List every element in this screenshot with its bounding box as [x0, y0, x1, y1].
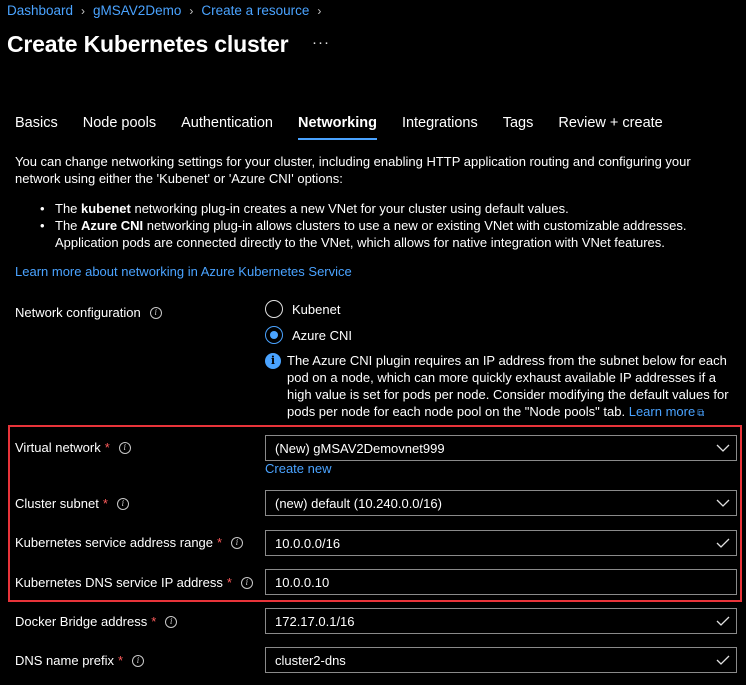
field-label-text: Network configuration — [15, 305, 141, 320]
cluster-subnet-label: Cluster subnet * i — [15, 496, 129, 511]
input-value: 10.0.0.10 — [275, 574, 330, 590]
bullet-list: • The kubenet networking plug-in creates… — [40, 200, 740, 251]
docker-bridge-label: Docker Bridge address * i — [15, 614, 178, 629]
info-icon[interactable]: i — [118, 441, 131, 454]
create-new-vnet-link[interactable]: Create new — [265, 461, 331, 476]
list-item: • The Azure CNI networking plug-in allow… — [40, 217, 740, 251]
bullet-text: The Azure CNI networking plug-in allows … — [55, 217, 740, 251]
tab-basics[interactable]: Basics — [15, 115, 58, 140]
checkmark-icon — [710, 655, 736, 665]
radio-circle[interactable] — [265, 300, 283, 318]
field-label-text: Virtual network — [15, 440, 101, 455]
info-icon[interactable]: i — [116, 497, 129, 510]
info-text: The Azure CNI plugin requires an IP addr… — [287, 352, 743, 422]
radio-circle-checked[interactable] — [265, 326, 283, 344]
tab-tags[interactable]: Tags — [503, 115, 534, 140]
tab-bar: Basics Node pools Authentication Network… — [15, 115, 688, 140]
info-icon[interactable]: i — [165, 615, 178, 628]
info-icon[interactable]: i — [132, 654, 145, 667]
docker-bridge-input[interactable]: 172.17.0.1/16 — [265, 608, 737, 634]
field-label-text: Docker Bridge address — [15, 614, 148, 629]
chevron-right-icon: › — [317, 3, 322, 18]
bullet-post: networking plug-in allows clusters to us… — [55, 218, 687, 250]
external-link-icon[interactable]: ⧉ — [697, 405, 704, 422]
dns-service-ip-label: Kubernetes DNS service IP address * i — [15, 575, 253, 590]
tab-authentication[interactable]: Authentication — [181, 115, 273, 140]
required-marker: * — [226, 575, 232, 590]
tab-integrations[interactable]: Integrations — [402, 115, 478, 140]
bullet-text: The kubenet networking plug-in creates a… — [55, 200, 569, 217]
input-value: 10.0.0.0/16 — [275, 535, 341, 551]
required-marker: * — [102, 496, 108, 511]
info-icon[interactable]: i — [149, 306, 162, 319]
cluster-subnet-select[interactable]: (new) default (10.240.0.0/16) — [265, 490, 737, 516]
virtual-network-select[interactable]: (New) gMSAV2Demovnet999 — [265, 435, 737, 461]
bullet-pre: The — [55, 201, 82, 216]
chevron-down-icon[interactable] — [710, 444, 736, 452]
virtual-network-label: Virtual network * i — [15, 440, 131, 455]
chevron-right-icon: › — [189, 3, 194, 18]
learn-more-networking-link[interactable]: Learn more about networking in Azure Kub… — [15, 264, 352, 279]
learn-more-link[interactable]: Learn more — [629, 404, 695, 419]
input-value: 172.17.0.1/16 — [275, 613, 355, 629]
service-address-range-label: Kubernetes service address range * i — [15, 535, 244, 550]
dns-name-prefix-label: DNS name prefix * i — [15, 653, 145, 668]
field-label-text: Kubernetes service address range — [15, 535, 214, 550]
bullet-dot: • — [40, 201, 45, 216]
dns-name-prefix-input[interactable]: cluster2-dns — [265, 647, 737, 673]
info-icon[interactable]: i — [231, 536, 244, 549]
intro-text: You can change networking settings for y… — [15, 154, 691, 186]
tab-networking[interactable]: Networking — [297, 115, 377, 140]
radio-label: Azure CNI — [292, 327, 352, 343]
checkmark-icon — [710, 616, 736, 626]
more-options-icon[interactable]: ··· — [312, 34, 330, 51]
breadcrumb-create-resource[interactable]: Create a resource — [201, 3, 309, 18]
field-label-text: Kubernetes DNS service IP address — [15, 575, 223, 590]
service-address-range-input[interactable]: 10.0.0.0/16 — [265, 530, 737, 556]
breadcrumb-resource-group[interactable]: gMSAV2Demo — [93, 3, 181, 18]
required-marker: * — [217, 535, 223, 550]
network-configuration-label: Network configuration i — [15, 305, 162, 320]
checkmark-icon — [710, 538, 736, 548]
breadcrumb-dashboard[interactable]: Dashboard — [7, 3, 73, 18]
input-value: cluster2-dns — [275, 652, 346, 668]
required-marker: * — [104, 440, 110, 455]
bullet-bold: kubenet — [81, 201, 131, 216]
select-value: (new) default (10.240.0.0/16) — [275, 495, 442, 511]
bullet-pre: The — [55, 218, 82, 233]
bullet-post: networking plug-in creates a new VNet fo… — [130, 201, 569, 216]
list-item: • The kubenet networking plug-in creates… — [40, 200, 740, 217]
required-marker: * — [151, 614, 157, 629]
tab-node-pools[interactable]: Node pools — [83, 115, 156, 140]
azure-cni-info: i The Azure CNI plugin requires an IP ad… — [265, 352, 743, 422]
info-icon[interactable]: i — [240, 576, 253, 589]
field-label-text: DNS name prefix — [15, 653, 114, 668]
dns-service-ip-input[interactable]: 10.0.0.10 — [265, 569, 737, 595]
radio-label: Kubenet — [292, 301, 341, 317]
breadcrumb: Dashboard › gMSAV2Demo › Create a resour… — [7, 3, 329, 18]
radio-kubenet[interactable]: Kubenet — [265, 300, 340, 318]
field-label-text: Cluster subnet — [15, 496, 99, 511]
page-title: Create Kubernetes cluster — [7, 31, 289, 57]
bullet-bold: Azure CNI — [81, 218, 144, 233]
info-circle-icon: i — [265, 353, 281, 369]
required-marker: * — [117, 653, 124, 668]
chevron-right-icon: › — [81, 3, 86, 18]
chevron-down-icon[interactable] — [710, 499, 736, 507]
bullet-dot: • — [40, 218, 45, 233]
tab-review-create[interactable]: Review + create — [558, 115, 662, 140]
select-value: (New) gMSAV2Demovnet999 — [275, 440, 445, 456]
radio-azure-cni[interactable]: Azure CNI — [265, 326, 352, 344]
